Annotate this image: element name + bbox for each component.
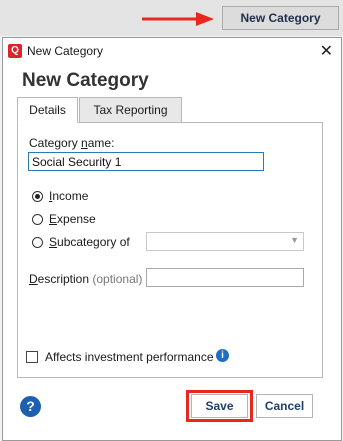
radio-button[interactable]	[32, 213, 43, 225]
radio-button[interactable]	[32, 236, 43, 248]
save-button[interactable]: Save	[191, 394, 248, 418]
affects-investment-checkbox[interactable]	[26, 351, 38, 363]
window-title: New Category	[27, 44, 104, 58]
description-input[interactable]	[146, 268, 304, 287]
category-name-label: Category name:	[29, 136, 115, 150]
radio-expense-label: Expense	[49, 212, 96, 226]
new-category-dialog: Q New Category ✕ New Category Details Ta…	[2, 37, 342, 441]
radio-income[interactable]: Income	[32, 189, 88, 203]
radio-button[interactable]	[32, 190, 43, 202]
red-arrow-icon	[142, 12, 214, 26]
new-category-button[interactable]: New Category	[222, 6, 339, 30]
title-bar: Q New Category ✕	[3, 38, 341, 64]
tab-tax-reporting[interactable]: Tax Reporting	[79, 97, 182, 123]
dialog-heading: New Category	[22, 70, 149, 91]
help-icon[interactable]: ?	[20, 396, 41, 417]
affects-investment-label: Affects investment performance	[45, 350, 214, 364]
close-icon[interactable]: ✕	[320, 41, 333, 61]
subcategory-dropdown[interactable]: ▼	[146, 232, 304, 251]
description-label: Description (optional)	[29, 272, 143, 286]
radio-subcategory-label: Subcategory of	[49, 235, 130, 249]
tab-details[interactable]: Details	[17, 97, 78, 123]
radio-income-label: Income	[49, 189, 89, 203]
affects-investment-row[interactable]: Affects investment performance	[26, 350, 214, 364]
cancel-button[interactable]: Cancel	[256, 394, 313, 418]
category-name-input[interactable]	[28, 152, 264, 171]
radio-expense[interactable]: Expense	[32, 212, 96, 226]
quicken-q-icon: Q	[8, 44, 22, 58]
radio-subcategory[interactable]: Subcategory of	[32, 235, 130, 249]
chevron-down-icon[interactable]: ▼	[290, 235, 299, 245]
details-panel: Category name: Income Expense Subcategor…	[17, 122, 323, 378]
info-icon[interactable]: i	[216, 349, 229, 362]
